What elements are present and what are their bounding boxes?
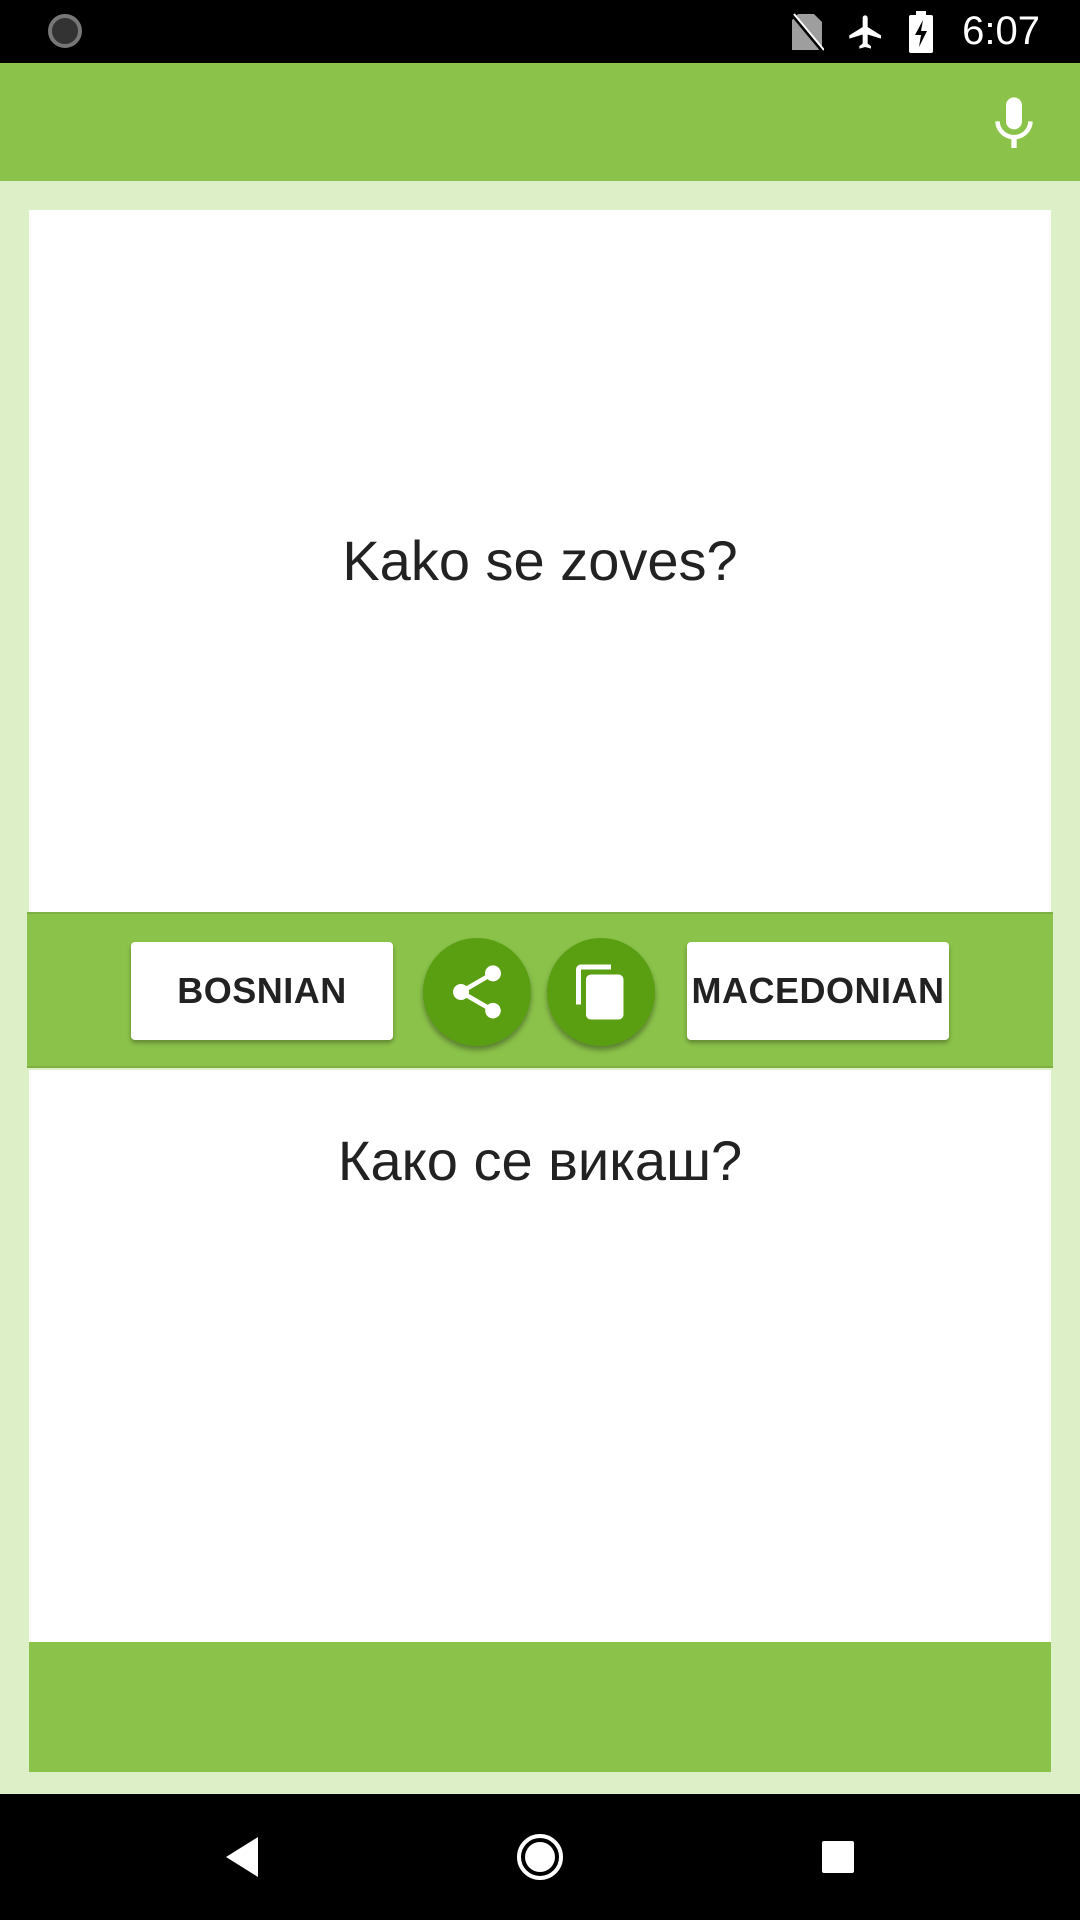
target-text: Како се викаш?	[337, 1129, 743, 1192]
target-language-button[interactable]: MACEDONIAN	[687, 942, 949, 1040]
recent-apps-icon	[822, 1841, 854, 1873]
loading-spinner-icon	[48, 14, 82, 48]
share-icon	[453, 965, 501, 1019]
status-bar: 6:07	[0, 0, 1080, 63]
source-text-panel[interactable]: Kako se zoves?	[29, 210, 1051, 912]
banner-area	[29, 1642, 1051, 1772]
copy-button[interactable]	[547, 938, 655, 1046]
battery-charging-icon	[909, 10, 934, 53]
mic-icon[interactable]	[982, 89, 1046, 159]
navigation-bar	[0, 1794, 1080, 1920]
home-button[interactable]	[512, 1829, 568, 1885]
back-button[interactable]	[214, 1829, 270, 1885]
airplane-icon	[849, 14, 882, 49]
app-bar	[0, 63, 1080, 181]
back-icon	[226, 1837, 258, 1877]
share-button[interactable]	[423, 938, 531, 1046]
source-text: Kako se zoves?	[342, 529, 738, 592]
status-time: 6:07	[962, 9, 1040, 53]
copy-icon	[576, 964, 624, 1020]
source-language-button[interactable]: BOSNIAN	[131, 942, 393, 1040]
target-text-panel: Како се викаш?	[29, 1070, 1051, 1642]
home-icon	[517, 1834, 563, 1880]
no-sim-icon	[790, 12, 825, 51]
recent-apps-button[interactable]	[810, 1829, 866, 1885]
language-toolbar: BOSNIAN MACEDONIAN	[27, 912, 1053, 1068]
